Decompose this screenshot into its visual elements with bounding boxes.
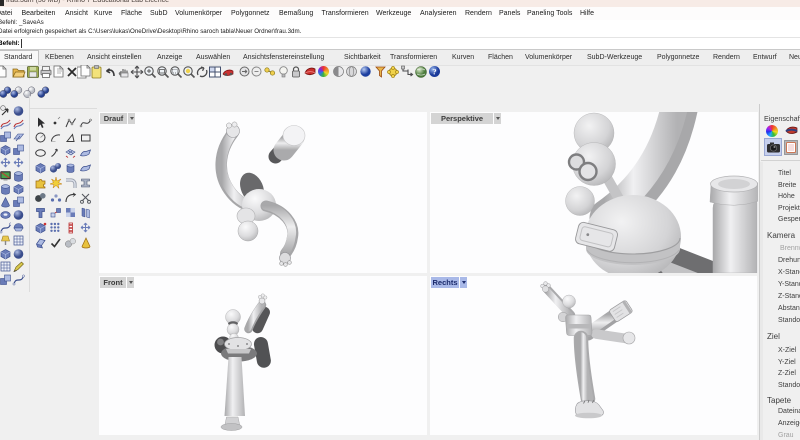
- svg-text:?: ?: [432, 67, 436, 77]
